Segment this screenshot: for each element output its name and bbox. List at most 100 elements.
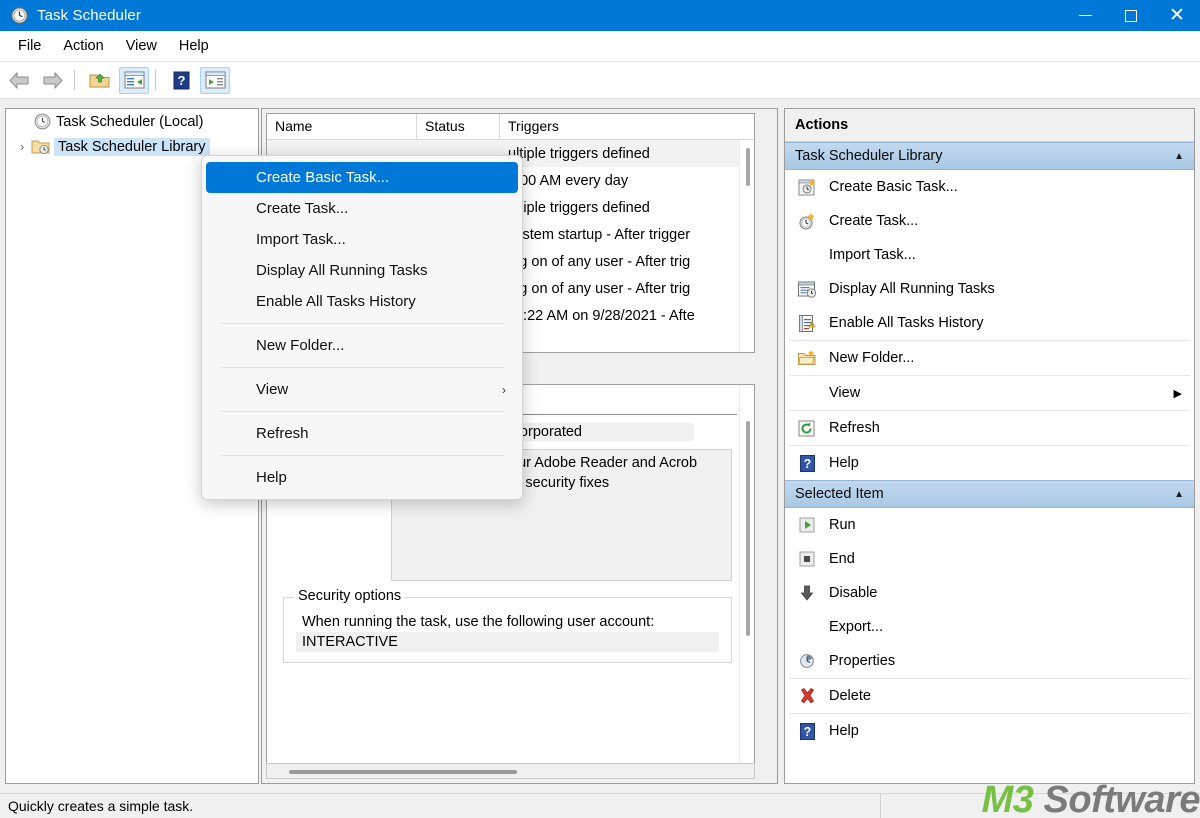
- action-new-folder[interactable]: New Folder...: [785, 341, 1194, 375]
- section-header-selected-item[interactable]: Selected Item ▲: [785, 480, 1194, 508]
- column-header-name[interactable]: Name: [267, 114, 417, 139]
- column-header-status[interactable]: Status: [417, 114, 500, 139]
- action-export[interactable]: Export...: [785, 610, 1194, 644]
- forward-arrow-icon[interactable]: [38, 67, 68, 94]
- action-import-task[interactable]: Import Task...: [785, 238, 1194, 272]
- chevron-up-icon[interactable]: ▲: [1174, 151, 1184, 162]
- task-scheduler-window: Task Scheduler ✕ File Action View Help ?…: [0, 0, 1200, 818]
- clock-icon: [10, 7, 28, 25]
- action-end[interactable]: End: [785, 542, 1194, 576]
- context-menu-item-import-task[interactable]: Import Task...: [206, 224, 518, 255]
- properties-icon: [795, 650, 819, 672]
- action-delete[interactable]: Delete: [785, 679, 1194, 713]
- section-title: Selected Item: [795, 486, 884, 502]
- up-folder-icon[interactable]: [85, 67, 115, 94]
- cell-triggers: system startup - After trigger: [508, 226, 691, 243]
- status-bar-divider: [880, 794, 881, 818]
- context-menu-item-new-folder[interactable]: New Folder...: [206, 330, 518, 361]
- action-properties[interactable]: Properties: [785, 644, 1194, 678]
- chevron-up-icon[interactable]: ▲: [1174, 489, 1184, 500]
- disable-icon: [795, 582, 819, 604]
- no-icon: [795, 616, 819, 638]
- security-account-value: INTERACTIVE: [296, 632, 719, 652]
- context-menu-item-refresh[interactable]: Refresh: [206, 418, 518, 449]
- security-options-legend: Security options: [294, 588, 406, 604]
- end-icon: [795, 548, 819, 570]
- svg-text:?: ?: [803, 725, 811, 739]
- scrollbar-thumb[interactable]: [746, 148, 750, 186]
- minimize-button[interactable]: [1062, 0, 1108, 31]
- context-menu-item-help[interactable]: Help: [206, 462, 518, 493]
- action-label: Disable: [829, 585, 878, 601]
- svg-text:?: ?: [803, 457, 811, 471]
- action-view[interactable]: View ▶: [785, 376, 1194, 410]
- action-label: Enable All Tasks History: [829, 315, 984, 331]
- context-menu-label: View: [256, 381, 289, 398]
- action-label: End: [829, 551, 855, 567]
- menu-file[interactable]: File: [8, 35, 51, 57]
- run-icon: [795, 514, 819, 536]
- submenu-chevron-icon: ›: [502, 382, 506, 397]
- scrollbar-thumb[interactable]: [289, 770, 517, 774]
- toolbar-separator-2: [155, 70, 156, 90]
- show-hide-console-tree-icon[interactable]: [119, 66, 149, 94]
- divider: [220, 323, 504, 324]
- submenu-arrow-icon: ▶: [1173, 387, 1182, 400]
- context-menu-item-view[interactable]: View ›: [206, 374, 518, 405]
- action-label: Import Task...: [829, 247, 916, 263]
- context-menu-item-display-all-running-tasks[interactable]: Display All Running Tasks: [206, 255, 518, 286]
- action-create-basic-task[interactable]: Create Basic Task...: [785, 170, 1194, 204]
- action-label: Properties: [829, 653, 896, 669]
- task-list-scrollbar[interactable]: [739, 140, 754, 352]
- action-label: Run: [829, 517, 856, 533]
- divider: [220, 367, 504, 368]
- column-header-triggers[interactable]: Triggers: [500, 114, 754, 139]
- actions-pane: Actions Task Scheduler Library ▲ Create …: [784, 108, 1195, 784]
- cell-triggers: log on of any user - After trig: [508, 280, 691, 297]
- action-disable[interactable]: Disable: [785, 576, 1194, 610]
- status-bar: Quickly creates a simple task.: [0, 793, 1200, 818]
- history-icon: [795, 312, 819, 334]
- toolbar-separator: [74, 70, 75, 90]
- cell-triggers: 2:00 AM every day: [508, 172, 629, 189]
- no-icon: [795, 244, 819, 266]
- new-folder-icon: [795, 347, 819, 369]
- action-label: Help: [829, 455, 859, 471]
- cell-triggers: ultiple triggers defined: [508, 145, 650, 162]
- menu-help[interactable]: Help: [169, 35, 219, 57]
- cell-triggers: log on of any user - After trig: [508, 253, 691, 270]
- tree-node-task-scheduler-local[interactable]: Task Scheduler (Local): [6, 109, 258, 134]
- no-icon: [795, 382, 819, 404]
- action-label: Create Basic Task...: [829, 179, 958, 195]
- help-icon[interactable]: ?: [166, 67, 196, 94]
- section-header-task-scheduler-library[interactable]: Task Scheduler Library ▲: [785, 142, 1194, 170]
- maximize-button[interactable]: [1108, 0, 1154, 31]
- action-help-library[interactable]: ? Help: [785, 446, 1194, 480]
- window-controls: ✕: [1062, 0, 1200, 31]
- action-enable-all-tasks-history[interactable]: Enable All Tasks History: [785, 306, 1194, 340]
- action-help-selected[interactable]: ? Help: [785, 714, 1194, 748]
- show-hide-action-pane-icon[interactable]: [200, 66, 230, 94]
- action-refresh[interactable]: Refresh: [785, 411, 1194, 445]
- running-tasks-icon: [795, 278, 819, 300]
- detail-horizontal-scrollbar[interactable]: [266, 763, 755, 779]
- action-run[interactable]: Run: [785, 508, 1194, 542]
- help-icon: ?: [795, 452, 819, 474]
- action-display-all-running-tasks[interactable]: Display All Running Tasks: [785, 272, 1194, 306]
- context-menu-item-create-task[interactable]: Create Task...: [206, 193, 518, 224]
- action-label: Help: [829, 723, 859, 739]
- actions-pane-title: Actions: [785, 109, 1194, 142]
- back-arrow-icon[interactable]: [4, 67, 34, 94]
- menu-action[interactable]: Action: [53, 35, 113, 57]
- close-button[interactable]: ✕: [1154, 0, 1200, 31]
- context-menu-item-enable-all-tasks-history[interactable]: Enable All Tasks History: [206, 286, 518, 317]
- divider: [220, 455, 504, 456]
- context-menu: Create Basic Task... Create Task... Impo…: [201, 155, 523, 500]
- scrollbar-thumb[interactable]: [746, 421, 750, 636]
- detail-scrollbar[interactable]: [739, 385, 754, 776]
- action-create-task[interactable]: Create Task...: [785, 204, 1194, 238]
- context-menu-item-create-basic-task[interactable]: Create Basic Task...: [206, 162, 518, 193]
- chevron-right-icon[interactable]: ›: [14, 139, 30, 154]
- menu-view[interactable]: View: [116, 35, 167, 57]
- tree-node-label: Task Scheduler (Local): [56, 113, 204, 130]
